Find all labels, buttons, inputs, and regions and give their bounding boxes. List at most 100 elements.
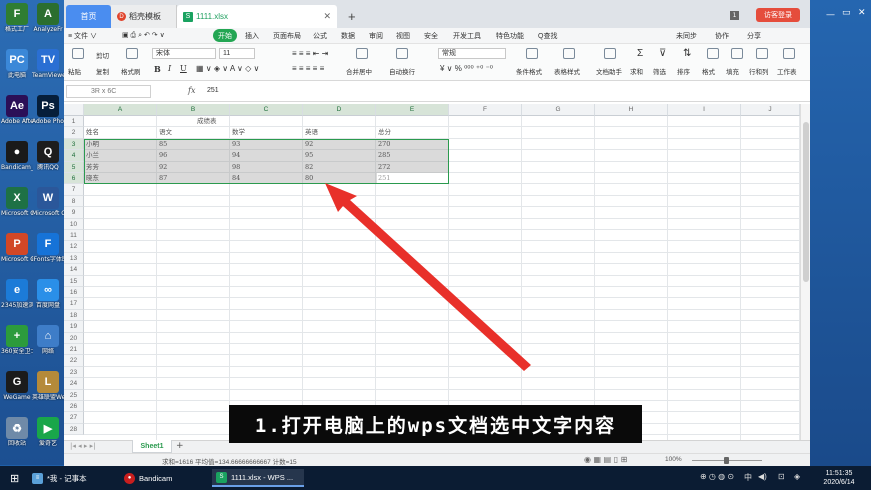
doc-helper-button[interactable]: 文档助手 xyxy=(596,66,622,76)
column-header[interactable]: H xyxy=(595,104,668,116)
desktop-icon[interactable]: PC 此电脑 xyxy=(1,49,33,79)
format-painter-icon[interactable] xyxy=(126,48,138,59)
table-cell[interactable]: 晓东 xyxy=(84,173,157,184)
desktop-icon[interactable]: ♻ 回收站 xyxy=(1,417,33,447)
sort-icon[interactable]: ⇅ xyxy=(683,48,691,59)
share-button[interactable]: 分享 xyxy=(747,31,761,41)
row-header[interactable]: 25 xyxy=(64,389,84,401)
login-button[interactable]: 访客登录 xyxy=(756,8,800,22)
taskbar-wps[interactable]: S 1111.xlsx - WPS ... xyxy=(212,469,304,487)
table-cell[interactable]: 84 xyxy=(230,173,303,184)
desktop-icon[interactable]: L英雄联盟WeGame版 xyxy=(32,371,64,401)
table-cell[interactable]: 92 xyxy=(303,139,376,150)
collaborate-button[interactable]: 协作 xyxy=(715,31,729,41)
row-header[interactable]: 23 xyxy=(64,366,84,379)
table-cell[interactable]: 82 xyxy=(303,162,376,173)
desktop-icon[interactable]: TVTeamViewer xyxy=(32,49,64,79)
bold-button[interactable]: B xyxy=(154,64,161,74)
row-header[interactable]: 27 xyxy=(64,412,84,424)
row-header[interactable]: 24 xyxy=(64,378,84,390)
sum-icon[interactable]: Σ xyxy=(637,48,643,59)
table-cell[interactable]: 总分 xyxy=(376,127,449,138)
row-header[interactable]: 12 xyxy=(64,241,84,253)
menu-search[interactable]: Q查找 xyxy=(538,31,557,41)
table-cell[interactable]: 270 xyxy=(376,139,449,150)
desktop-icon[interactable]: ∞ 百度网盘 xyxy=(32,279,64,309)
table-cell[interactable]: 98 xyxy=(230,162,303,173)
filter-button[interactable]: 筛选 xyxy=(653,66,666,76)
column-header[interactable]: G xyxy=(522,104,595,116)
tab-template[interactable]: D 稻壳模板 xyxy=(111,5,177,28)
taskbar-bandicam[interactable]: ● Bandicam xyxy=(120,469,212,487)
row-header[interactable]: 26 xyxy=(64,401,84,413)
row-header[interactable]: 14 xyxy=(64,264,84,276)
row-header[interactable]: 3 xyxy=(64,138,84,151)
row-header[interactable]: 19 xyxy=(64,321,84,333)
fx-icon[interactable]: fx xyxy=(188,86,195,95)
menu-special[interactable]: 特色功能 xyxy=(496,31,524,41)
desktop-icon[interactable]: WMicrosoft Office Wo xyxy=(32,187,64,217)
desktop-icon[interactable]: AeAdobe After Effects 2020 xyxy=(1,95,33,125)
menu-insert[interactable]: 插入 xyxy=(245,31,259,41)
add-sheet-button[interactable]: + xyxy=(176,441,184,451)
table-cell[interactable]: 94 xyxy=(230,150,303,161)
row-header[interactable]: 2 xyxy=(64,127,84,139)
tab-file[interactable]: S 1111.xlsx ✕ xyxy=(177,5,337,28)
column-header[interactable]: A xyxy=(84,104,157,116)
align-icons-2[interactable]: ≡ ≡ ≡ ≡ ≡ xyxy=(292,64,324,73)
row-col-button[interactable]: 行和列 xyxy=(749,66,769,76)
desktop-icon[interactable]: e2345加速浏览器 xyxy=(1,279,33,309)
table-cell[interactable]: 272 xyxy=(376,162,449,173)
font-name-select[interactable]: 宋体 xyxy=(152,48,216,59)
table-cell[interactable]: 95 xyxy=(303,150,376,161)
menu-start[interactable]: 开始 xyxy=(213,29,237,42)
table-style-icon[interactable] xyxy=(563,48,575,59)
desktop-icon[interactable]: PMicrosoft Office Po xyxy=(1,233,33,263)
menu-view[interactable]: 视图 xyxy=(396,31,410,41)
new-tab-button[interactable]: + xyxy=(342,5,362,28)
table-cell[interactable]: 芳芳 xyxy=(84,162,157,173)
row-header[interactable]: 15 xyxy=(64,275,84,287)
desktop-icon[interactable]: ▶ 爱奇艺 xyxy=(32,417,64,447)
row-col-icon[interactable] xyxy=(756,48,768,59)
table-cell[interactable]: 语文 xyxy=(157,127,230,138)
column-header[interactable]: I xyxy=(668,104,741,116)
select-all-corner[interactable] xyxy=(64,104,84,116)
merge-icon[interactable] xyxy=(356,48,368,59)
format-painter-button[interactable]: 格式刷 xyxy=(121,66,141,76)
column-header[interactable]: J xyxy=(741,104,800,116)
row-header[interactable]: 6 xyxy=(64,173,84,185)
paste-icon[interactable] xyxy=(72,48,84,59)
desktop-icon[interactable]: FiFonts字体助手 xyxy=(32,233,64,263)
menu-formula[interactable]: 公式 xyxy=(313,31,327,41)
menu-file[interactable]: ≡ 文件 ∨ xyxy=(68,31,97,41)
desktop-icon[interactable]: A AnalyzeFr xyxy=(32,3,64,33)
wrap-icon[interactable] xyxy=(396,48,408,59)
merge-center-button[interactable]: 合并居中 xyxy=(346,66,372,76)
row-header[interactable]: 13 xyxy=(64,252,84,265)
row-header[interactable]: 20 xyxy=(64,332,84,344)
conditional-format-icon[interactable] xyxy=(526,48,538,59)
align-icons[interactable]: ≡ ≡ ≡ ⇤ ⇥ xyxy=(292,49,328,58)
clock[interactable]: 11:51:35 2020/6/14 xyxy=(810,469,868,487)
unsynced-status[interactable]: 未同步 xyxy=(676,31,697,41)
window-count-badge[interactable]: 1 xyxy=(730,11,739,20)
row-header[interactable]: 22 xyxy=(64,355,84,367)
sheet-nav-arrows[interactable]: |◂ ◂ ▸ ▸| xyxy=(70,442,95,450)
fill-icon[interactable] xyxy=(731,48,743,59)
table-cell[interactable]: 英语 xyxy=(303,127,376,138)
border-fill-icons[interactable]: ▦ ∨ ◈ ∨ A ∨ ◇ ∨ xyxy=(196,64,259,73)
table-cell[interactable]: 成绩表 xyxy=(195,116,275,127)
formula-input[interactable]: 251 xyxy=(207,87,219,94)
scrollbar-thumb[interactable] xyxy=(803,122,809,282)
desktop-icon[interactable]: ●Bandicam_Portable xyxy=(1,141,33,171)
row-header[interactable]: 18 xyxy=(64,309,84,322)
tab-home[interactable]: 首页 xyxy=(66,5,111,28)
table-cell[interactable]: 87 xyxy=(157,173,230,184)
column-header[interactable]: F xyxy=(449,104,522,116)
desktop-icon[interactable]: +360安全卫士 xyxy=(1,325,33,355)
row-header[interactable]: 5 xyxy=(64,161,84,173)
row-header[interactable]: 10 xyxy=(64,218,84,230)
row-header[interactable]: 16 xyxy=(64,287,84,299)
start-button-icon[interactable]: ⊞ xyxy=(6,469,19,487)
